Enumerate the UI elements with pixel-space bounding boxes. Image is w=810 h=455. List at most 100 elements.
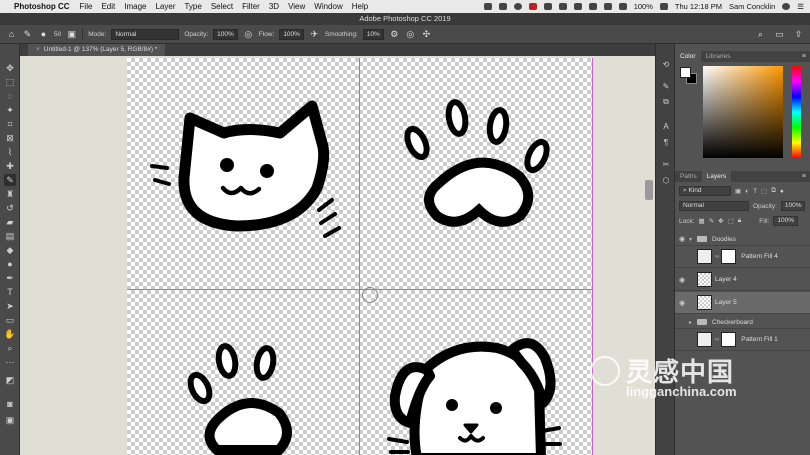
crop-tool-icon[interactable]: ⌗ <box>4 118 16 130</box>
dodge-tool-icon[interactable]: ● <box>4 258 16 270</box>
workspace-icon[interactable]: ▭ <box>774 29 785 40</box>
move-tool-icon[interactable]: ✥ <box>4 62 16 74</box>
tool-presets-panel-icon[interactable]: ✂ <box>660 158 672 170</box>
type-tool-icon[interactable]: T <box>4 286 16 298</box>
smoothing-settings-icon[interactable]: ⚙ <box>389 29 400 40</box>
dropbox-icon[interactable] <box>483 3 492 10</box>
lock-pixels-icon[interactable]: ▦ <box>699 217 705 225</box>
brush-settings-icon[interactable]: ▣ <box>66 29 77 40</box>
siri-icon[interactable] <box>782 3 791 10</box>
camera-icon[interactable] <box>543 3 552 10</box>
color-picker-field[interactable] <box>703 66 783 158</box>
lasso-tool-icon[interactable]: ◌ <box>4 90 16 102</box>
path-selection-tool-icon[interactable]: ➤ <box>4 300 16 312</box>
filter-shape-icon[interactable]: ⬚ <box>761 187 767 195</box>
notification-center-icon[interactable]: ☰ <box>797 2 804 11</box>
lock-paint-icon[interactable]: ✎ <box>709 217 714 225</box>
filter-pixel-icon[interactable]: ▣ <box>735 187 741 195</box>
menu-view[interactable]: View <box>288 2 305 11</box>
brush-tool-icon[interactable]: ✎ <box>4 174 16 186</box>
layer-mask-thumbnail[interactable] <box>721 332 737 347</box>
pen-tool-icon[interactable]: ✒ <box>4 272 16 284</box>
panel-menu-icon[interactable]: ≡ <box>802 171 806 182</box>
document-tab[interactable]: × Untitled-1 @ 137% (Layer 5, RGB/8#) * <box>28 44 166 56</box>
foreground-color-swatch[interactable] <box>680 67 691 78</box>
battery-percent[interactable]: 100% <box>634 2 653 11</box>
link-icon[interactable]: ∞ <box>715 254 719 260</box>
layer-row-doodles-group[interactable]: ◉ ▾ Doodles <box>675 233 810 246</box>
document-canvas[interactable] <box>127 58 593 455</box>
chevron-down-icon[interactable]: ▾ <box>689 236 697 243</box>
close-tab-icon[interactable]: × <box>36 46 40 53</box>
creative-cloud-icon[interactable] <box>513 3 522 10</box>
brush-preset-picker[interactable]: ● <box>38 29 49 40</box>
home-icon[interactable]: ⌂ <box>6 29 17 40</box>
search-icon[interactable]: ⌕ <box>755 29 766 40</box>
shape-tool-icon[interactable]: ▭ <box>4 314 16 326</box>
eye-icon[interactable]: ◉ <box>675 299 689 307</box>
horizontal-guide[interactable] <box>127 289 593 290</box>
layer-row-layer-5[interactable]: ◉ Layer 5 <box>675 292 810 314</box>
user-name[interactable]: Sam Concklin <box>729 2 775 11</box>
menu-filter[interactable]: Filter <box>242 2 260 11</box>
tab-libraries[interactable]: Libraries <box>701 51 736 62</box>
layer-filter-select[interactable]: ⌕ Kind <box>679 186 731 196</box>
blur-tool-icon[interactable]: ◆ <box>4 244 16 256</box>
menu-image[interactable]: Image <box>124 2 146 11</box>
brush-settings-panel-icon[interactable]: ✎ <box>660 80 672 92</box>
menu-app-name[interactable]: Photoshop CC <box>14 2 70 11</box>
3d-panel-icon[interactable]: ⬡ <box>660 174 672 186</box>
share-icon[interactable]: ⇪ <box>793 29 804 40</box>
layer-row-checkerboard-group[interactable]: ▸ Checkerboard <box>675 316 810 329</box>
history-brush-tool-icon[interactable]: ↺ <box>4 202 16 214</box>
tab-color[interactable]: Color <box>675 51 701 62</box>
filter-toggle-icon[interactable]: ● <box>780 188 784 195</box>
battery-icon[interactable] <box>659 3 668 10</box>
menu-layer[interactable]: Layer <box>155 2 175 11</box>
lock-all-icon[interactable]: 🔒︎ <box>738 217 741 225</box>
clone-stamp-tool-icon[interactable]: ♜ <box>4 188 16 200</box>
layer-row-pattern-fill-1[interactable]: ∞ Pattern Fill 1 <box>675 329 810 351</box>
menu-file[interactable]: File <box>80 2 93 11</box>
blend-mode-select[interactable]: Normal <box>679 201 749 211</box>
paragraph-panel-icon[interactable]: ¶ <box>660 136 672 148</box>
tab-paths[interactable]: Paths <box>675 171 702 182</box>
healing-brush-tool-icon[interactable]: ✚ <box>4 160 16 172</box>
wifi-icon[interactable] <box>603 3 612 10</box>
adjustments-panel-icon[interactable]: ⧉ <box>660 96 672 108</box>
layer-opacity-field[interactable]: 100% <box>780 201 806 211</box>
airbrush-icon[interactable]: ✈ <box>309 29 320 40</box>
clock[interactable]: Thu 12:18 PM <box>675 2 722 11</box>
filter-type-icon[interactable]: T <box>753 188 757 195</box>
link-icon[interactable]: ∞ <box>715 337 719 343</box>
zoom-tool-icon[interactable]: ⌕ <box>4 342 16 354</box>
menu-type[interactable]: Type <box>184 2 201 11</box>
lock-artboard-icon[interactable]: ⬚ <box>728 217 734 225</box>
lock-position-icon[interactable]: ✥ <box>718 217 723 225</box>
magic-wand-tool-icon[interactable]: ✦ <box>4 104 16 116</box>
vertical-guide-right[interactable] <box>592 58 593 455</box>
hue-slider[interactable] <box>792 66 801 158</box>
brush-tool-preset-icon[interactable]: ✎ <box>22 29 33 40</box>
timemachine-icon[interactable] <box>573 3 582 10</box>
symmetry-icon[interactable]: ✣ <box>421 29 432 40</box>
mode-select[interactable]: Normal <box>111 28 180 40</box>
pressure-opacity-icon[interactable]: ◎ <box>243 29 254 40</box>
menu-window[interactable]: Window <box>314 2 342 11</box>
eyedropper-tool-icon[interactable]: ⌇ <box>4 146 16 158</box>
layer-row-layer-4[interactable]: ◉ Layer 4 <box>675 269 810 291</box>
eye-icon[interactable]: ◉ <box>675 276 689 284</box>
hand-tool-icon[interactable]: ✋ <box>4 328 16 340</box>
eye-icon[interactable]: ◉ <box>675 235 689 243</box>
gradient-tool-icon[interactable]: ▤ <box>4 230 16 242</box>
marquee-tool-icon[interactable]: ⬚ <box>4 76 16 88</box>
volume-icon[interactable] <box>618 3 627 10</box>
edit-toolbar-icon[interactable]: ⋯ <box>4 356 16 368</box>
flow-field[interactable]: 100% <box>279 28 304 40</box>
filter-smart-icon[interactable]: ⧉ <box>771 187 776 195</box>
screen-mode-icon[interactable]: ▣ <box>4 414 16 426</box>
pressure-size-icon[interactable]: ◎ <box>405 29 416 40</box>
panel-menu-icon[interactable]: ≡ <box>802 51 806 62</box>
filter-adjustment-icon[interactable]: ◐ <box>745 188 749 195</box>
menu-select[interactable]: Select <box>211 2 233 11</box>
